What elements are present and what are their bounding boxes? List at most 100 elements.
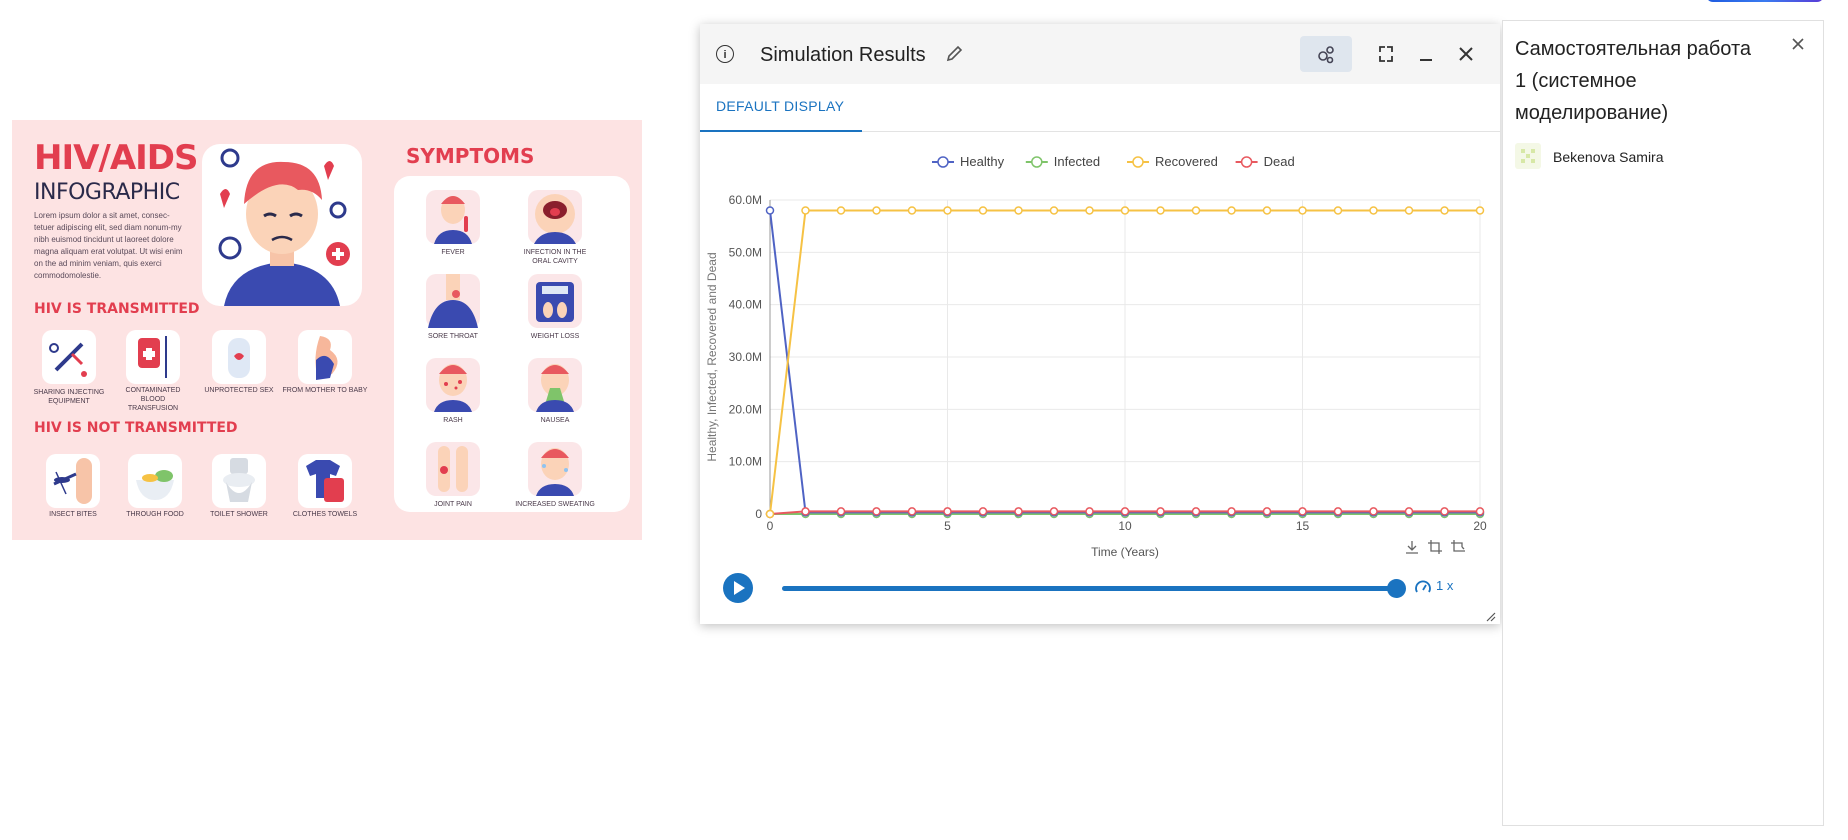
sweating-icon — [528, 442, 582, 496]
data-point-dead — [836, 507, 846, 516]
data-point-dead — [943, 507, 952, 516]
condom-icon — [212, 330, 266, 384]
scale-icon — [528, 274, 582, 328]
symptom-label-3: SORE THROAT — [428, 333, 478, 340]
data-point-recovered — [1404, 206, 1414, 215]
transmitted-label-4: FROM MOTHER TO BABY — [282, 387, 368, 394]
data-point-recovered — [943, 206, 952, 215]
data-point-dead — [872, 507, 881, 516]
crop-icon-glyph — [1428, 540, 1442, 554]
y-tick-label: 0 — [755, 507, 762, 521]
resize-handle-icon[interactable] — [1486, 612, 1496, 622]
close-icon — [1459, 47, 1473, 61]
toilet-icon — [212, 454, 266, 508]
data-point-dead — [1333, 507, 1343, 516]
data-point-recovered — [765, 509, 775, 519]
project-side-panel: Самостоятельная работа 1 (системное моде… — [1502, 20, 1824, 826]
data-point-recovered — [1333, 206, 1343, 215]
data-point-dead — [1440, 507, 1449, 516]
mosquito-icon — [46, 454, 100, 508]
y-tick-label: 50.0M — [729, 245, 762, 259]
infographic-subtitle: INFOGRAPHIC — [34, 180, 180, 205]
header-action-button[interactable] — [1706, 0, 1824, 2]
fever-icon — [426, 190, 480, 244]
crop-reset-icon-glyph — [1451, 540, 1465, 552]
simulation-results-window: i Simulation Results DEFAULT DISPLAY 0 10… — [700, 24, 1500, 624]
data-point-dead — [1049, 507, 1059, 516]
data-point-recovered — [801, 206, 810, 215]
data-point-recovered — [978, 206, 988, 215]
share-button[interactable] — [1300, 36, 1352, 72]
data-point-dead — [1085, 507, 1094, 516]
data-point-dead — [1014, 507, 1023, 516]
infographic-body-text: Lorem ipsum dolor a sit amet, consec-tet… — [34, 211, 183, 280]
data-point-recovered — [1262, 206, 1272, 215]
symptom-label-6: NAUSEA — [540, 417, 570, 424]
data-point-recovered — [1475, 206, 1485, 215]
close-icon[interactable] — [1789, 35, 1807, 53]
data-point-dead — [907, 507, 917, 516]
blood-bag-icon — [126, 330, 180, 384]
tab-default-display[interactable]: DEFAULT DISPLAY — [716, 98, 844, 114]
nausea-icon — [528, 358, 582, 412]
data-point-recovered — [872, 206, 881, 215]
pencil-icon[interactable] — [944, 44, 964, 64]
symptom-label-5: RASH — [443, 417, 463, 424]
legend-label-healthy: Healthy — [960, 154, 1005, 169]
data-point-recovered — [1085, 206, 1094, 215]
legend-marker-recovered — [1132, 156, 1144, 168]
legend-marker-infected — [1031, 156, 1043, 168]
simulation-line-chart: 0 10.0M 20.0M 30.0M 40.0M 50.0M 60.0M 0 5 10 15 20 T… — [705, 154, 1487, 559]
data-point-dead — [1120, 507, 1130, 516]
data-point-dead — [1227, 507, 1236, 516]
playback-slider-fill — [782, 586, 1396, 591]
data-point-recovered — [1014, 206, 1023, 215]
playback-speed-label[interactable]: 1 x — [1436, 578, 1453, 593]
transmitted-label-3: UNPROTECTED SEX — [204, 387, 274, 394]
panel-title: Самостоятельная работа 1 (системное моде… — [1515, 38, 1752, 124]
crop-reset-icon[interactable] — [1451, 540, 1465, 552]
download-icon[interactable] — [1406, 541, 1418, 554]
data-point-dead — [1475, 507, 1485, 516]
data-point-dead — [978, 507, 988, 516]
legend-marker-healthy — [937, 156, 949, 168]
not-transmitted-label-4: CLOTHES TOWELS — [292, 511, 358, 518]
data-point-dead — [1298, 507, 1307, 516]
sad-boy-illustration — [202, 144, 362, 306]
not-transmitted-label-1: INSECT BITES — [49, 511, 97, 518]
y-tick-label: 40.0M — [729, 298, 762, 312]
transmitted-label-1: SHARING INJECTING EQUIPMENT — [33, 389, 105, 405]
transmitted-heading: HIV IS TRANSMITTED — [34, 301, 200, 317]
symptoms-heading: SYMPTOMS — [406, 144, 535, 168]
x-tick-label: 15 — [1296, 519, 1310, 533]
y-tick-label: 10.0M — [729, 455, 762, 469]
not-transmitted-label-3: TOILET SHOWER — [210, 511, 268, 518]
symptom-label-8: INCREASED SWEATING — [515, 501, 595, 508]
legend-label-recovered: Recovered — [1155, 154, 1218, 169]
pregnant-mother-icon — [298, 330, 352, 384]
data-point-dead — [801, 507, 810, 516]
speedometer-icon[interactable] — [1414, 579, 1432, 597]
data-point-recovered — [1049, 206, 1059, 215]
x-tick-label: 5 — [944, 519, 951, 533]
y-axis-title: Healthy, Infected, Recovered and Dead — [705, 252, 719, 461]
playback-slider-thumb[interactable] — [1387, 579, 1406, 598]
playback-slider-track[interactable] — [782, 579, 1406, 598]
info-icon[interactable]: i — [716, 45, 734, 63]
data-point-dead — [1156, 507, 1165, 516]
crop-icon[interactable] — [1428, 540, 1442, 554]
rash-icon — [426, 358, 480, 412]
not-transmitted-heading: HIV IS NOT TRANSMITTED — [34, 420, 238, 436]
data-point-recovered — [1191, 206, 1201, 215]
data-point-dead — [1262, 507, 1272, 516]
data-point-recovered — [1227, 206, 1236, 215]
close-button[interactable] — [1440, 36, 1492, 72]
sore-throat-icon — [426, 274, 480, 328]
data-point-recovered — [907, 206, 917, 215]
avatar — [1515, 143, 1541, 169]
symptom-label-2: INFECTION IN THE ORAL CAVITY — [523, 249, 587, 265]
play-button[interactable] — [722, 572, 754, 604]
x-axis-title: Time (Years) — [1091, 545, 1159, 559]
infographic-title: HIV/AIDS — [34, 138, 199, 178]
y-tick-label: 60.0M — [729, 193, 762, 207]
